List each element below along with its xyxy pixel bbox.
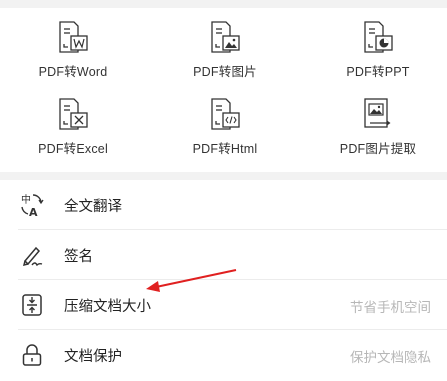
list-item-hint: 节省手机空间: [350, 300, 431, 315]
pdf-image-extract-icon: [364, 98, 391, 128]
list-item-label: 文档保护: [64, 349, 122, 365]
translate-icon: 中 A: [21, 193, 44, 218]
pdf-to-image-tool[interactable]: PDF转图片: [165, 20, 285, 84]
list-item-hint: 保护文档隐私: [350, 350, 431, 365]
tool-label: PDF转图片: [193, 65, 257, 79]
top-strip: [0, 0, 447, 8]
list-item-signature[interactable]: 签名: [0, 230, 447, 279]
pdf-to-excel-tool[interactable]: PDF转Excel: [13, 97, 133, 161]
tool-label: PDF图片提取: [339, 142, 417, 156]
tool-label: PDF转Html: [192, 142, 258, 156]
pdf-to-image-icon: [211, 21, 240, 53]
compress-icon: [22, 294, 42, 316]
svg-text:中: 中: [21, 193, 31, 206]
list-item-translate[interactable]: 中 A 全文翻译: [0, 180, 447, 229]
tool-label: PDF转Word: [38, 65, 108, 79]
signature-icon: [22, 246, 43, 267]
pdf-to-word-icon: [59, 21, 88, 53]
pdf-to-ppt-icon: [364, 21, 393, 53]
svg-text:A: A: [29, 206, 38, 218]
lock-icon: [22, 344, 42, 366]
feature-list: 中 A 全文翻译 签名 压缩文档大小 节省手机空间 文档保护 保护文档隐私: [0, 180, 447, 381]
list-item-label: 压缩文档大小: [64, 299, 151, 315]
list-item-protect[interactable]: 文档保护 保护文档隐私: [0, 330, 447, 379]
list-item-label: 全文翻译: [64, 199, 122, 215]
pdf-to-html-icon: [211, 98, 240, 130]
pdf-image-extract-tool[interactable]: PDF图片提取: [318, 97, 438, 161]
list-item-compress[interactable]: 压缩文档大小 节省手机空间: [0, 280, 447, 329]
tool-label: PDF转PPT: [346, 65, 410, 79]
tool-label: PDF转Excel: [38, 142, 108, 156]
list-item-label: 签名: [64, 249, 93, 265]
pdf-to-word-tool[interactable]: PDF转Word: [13, 20, 133, 84]
conversion-tools-grid: PDF转Word PDF转图片 PDF转PPT PDF转Excel PDF转Ht…: [0, 8, 447, 172]
pdf-to-excel-icon: [59, 98, 88, 130]
pdf-to-ppt-tool[interactable]: PDF转PPT: [318, 20, 438, 84]
pdf-to-html-tool[interactable]: PDF转Html: [165, 97, 285, 161]
